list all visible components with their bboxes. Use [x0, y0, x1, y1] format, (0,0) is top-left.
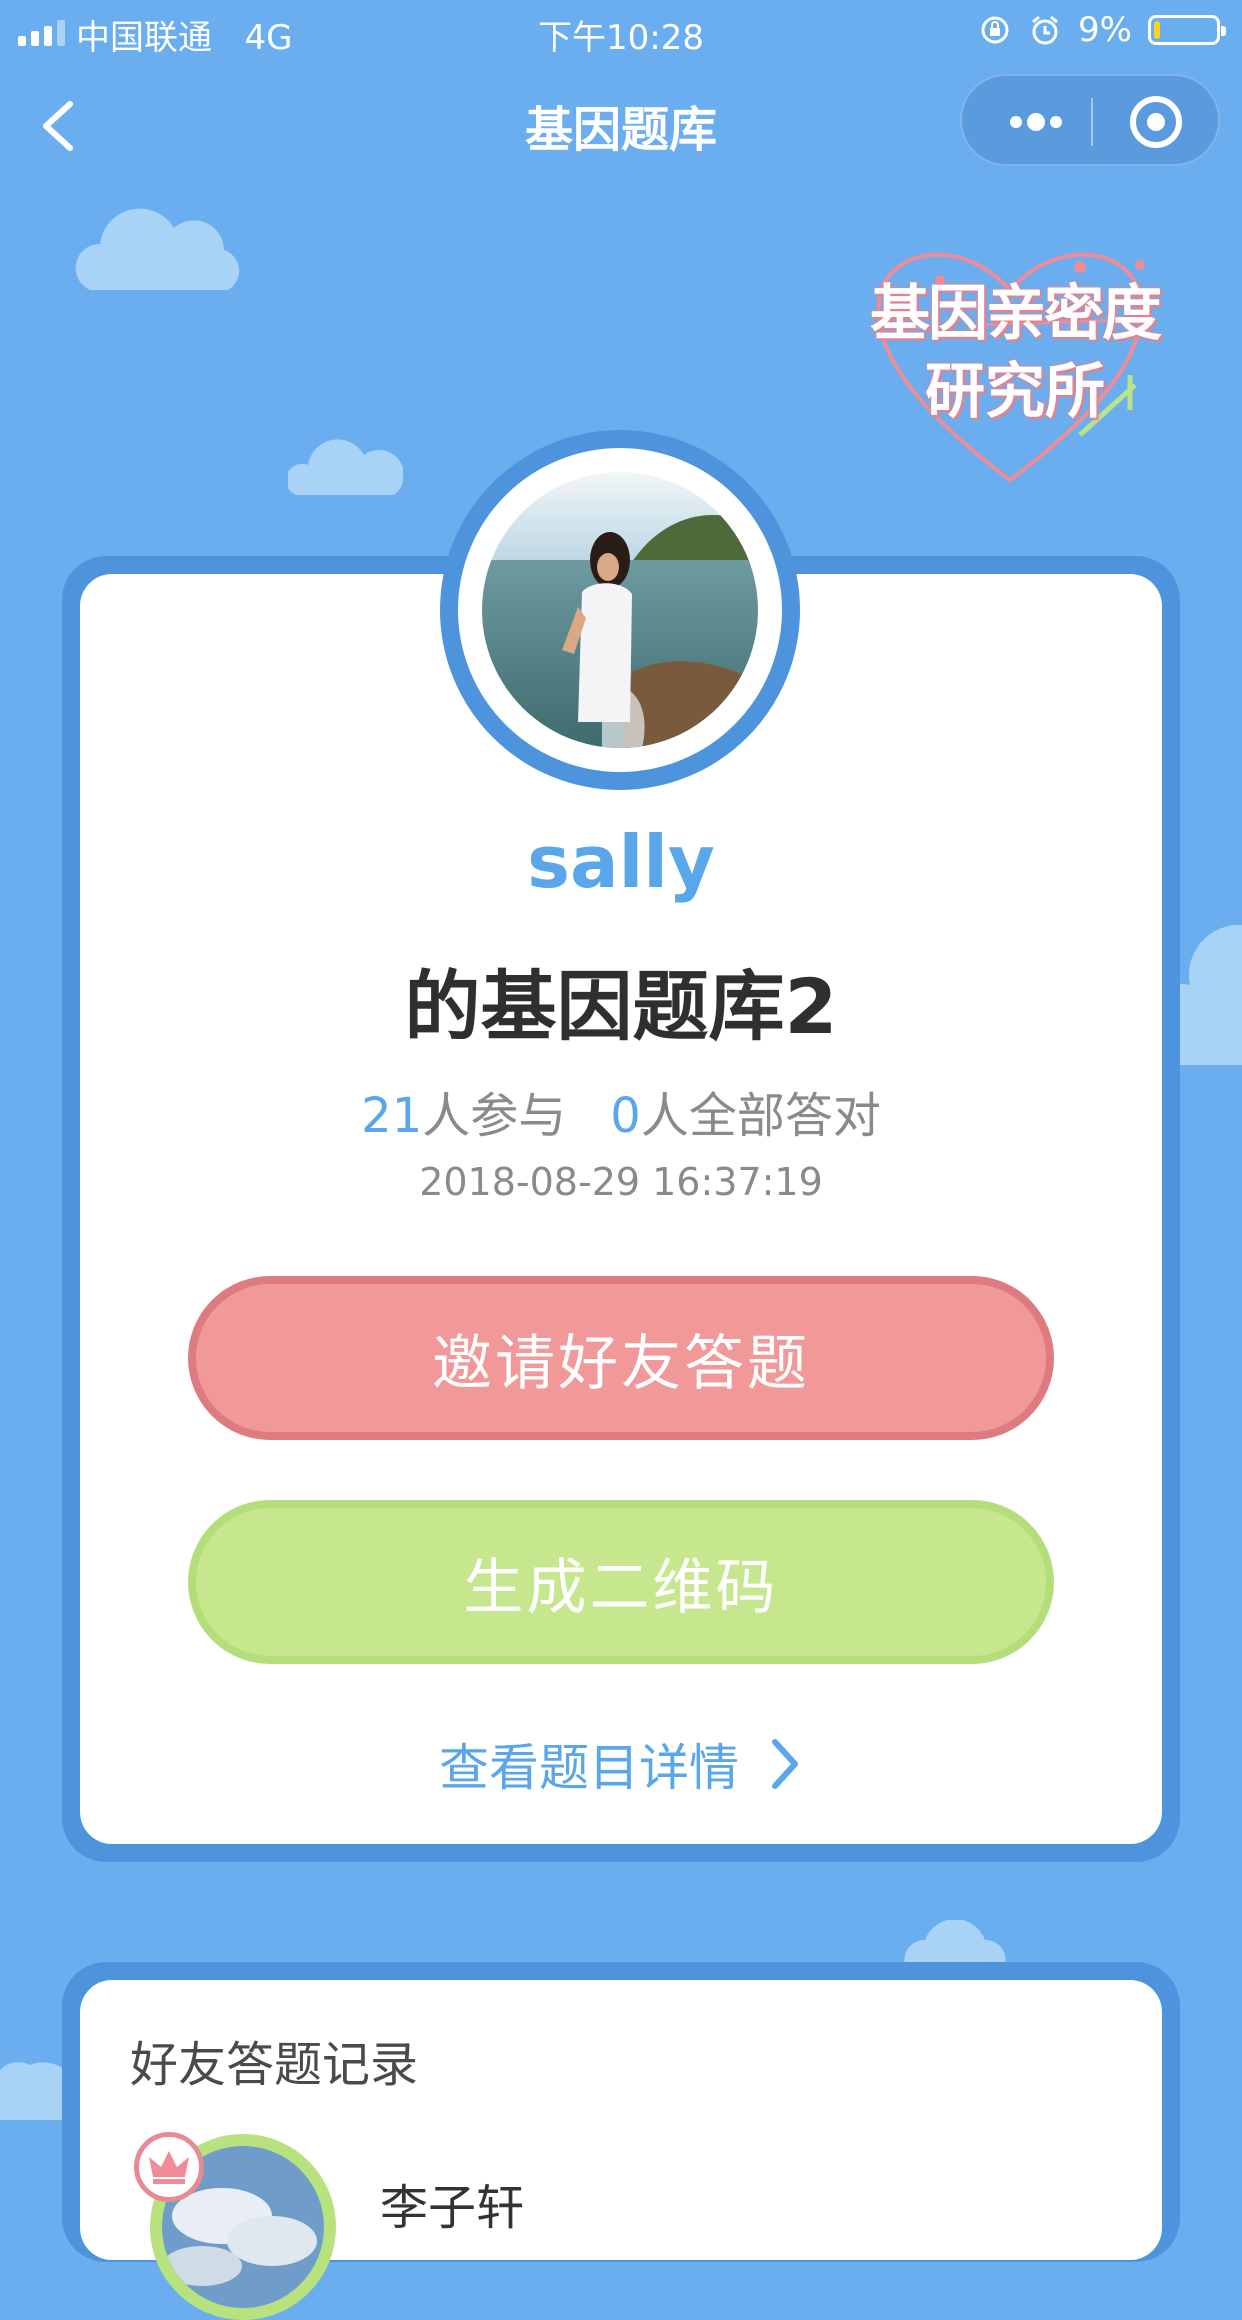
- crown-icon: [149, 2151, 189, 2184]
- participants-label: 人参与: [422, 1088, 567, 1144]
- cloud-decoration: [0, 2062, 70, 2120]
- rank-badge: [134, 2132, 204, 2202]
- record-friend-name[interactable]: 李子轩: [380, 2168, 524, 2238]
- records-title: 好友答题记录: [130, 2037, 419, 2093]
- status-right: 9%: [978, 10, 1226, 50]
- cloud-decoration: [904, 1920, 1006, 1965]
- logo-text-line2: 研究所: [925, 357, 1105, 427]
- participation-stats: 21人参与 0人全部答对: [0, 1076, 1242, 1146]
- all-correct-label: 人全部答对: [640, 1088, 881, 1144]
- battery-fill: [1154, 21, 1160, 39]
- cloud-decoration: [288, 439, 403, 495]
- question-bank-title: 的基因题库2: [404, 962, 838, 1051]
- chevron-right-icon: [772, 1739, 798, 1789]
- battery-icon: [1148, 15, 1226, 45]
- close-mini-program-icon[interactable]: [1106, 90, 1206, 154]
- capsule-divider: [1091, 98, 1093, 146]
- app-logo: 基因亲密度 研究所: [830, 225, 1190, 495]
- status-bar: 中国联通 4G 下午10:28 9%: [0, 0, 1242, 60]
- rotation-lock-icon: [981, 16, 1009, 44]
- more-icon[interactable]: [984, 94, 1084, 150]
- battery-percent: 9%: [1078, 10, 1132, 50]
- participants-count: 21: [361, 1088, 423, 1144]
- logo-text-line1: 基因亲密度: [870, 279, 1162, 349]
- detail-link-label: 查看题目详情: [439, 1739, 739, 1797]
- qrcode-button-label: 生成二维码: [463, 1552, 779, 1623]
- invite-friends-button[interactable]: 邀请好友答题: [188, 1276, 1054, 1440]
- avatar: [482, 472, 758, 748]
- all-correct-count: 0: [610, 1088, 641, 1144]
- created-date: 2018-08-29 16:37:19: [419, 1160, 823, 1204]
- username: sally: [527, 820, 715, 904]
- view-question-details-link[interactable]: 查看题目详情: [0, 1728, 1242, 1800]
- generate-qrcode-button[interactable]: 生成二维码: [188, 1500, 1054, 1664]
- alarm-icon: [1032, 15, 1059, 45]
- cloud-decoration: [75, 208, 240, 290]
- invite-button-label: 邀请好友答题: [432, 1328, 810, 1399]
- mini-program-capsule: [960, 74, 1220, 166]
